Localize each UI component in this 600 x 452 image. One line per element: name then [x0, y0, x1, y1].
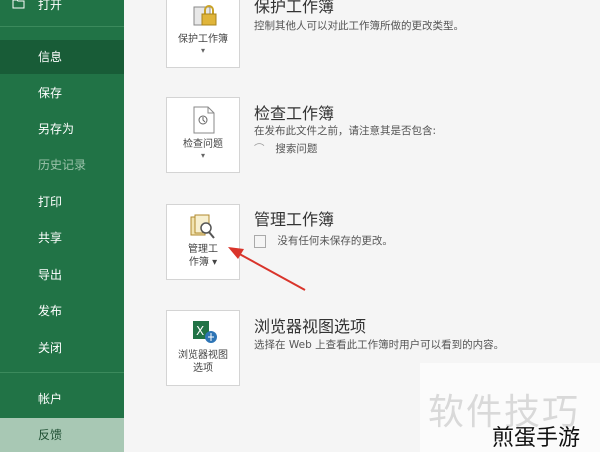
watermark-brand: 煎蛋手游 — [492, 426, 581, 451]
